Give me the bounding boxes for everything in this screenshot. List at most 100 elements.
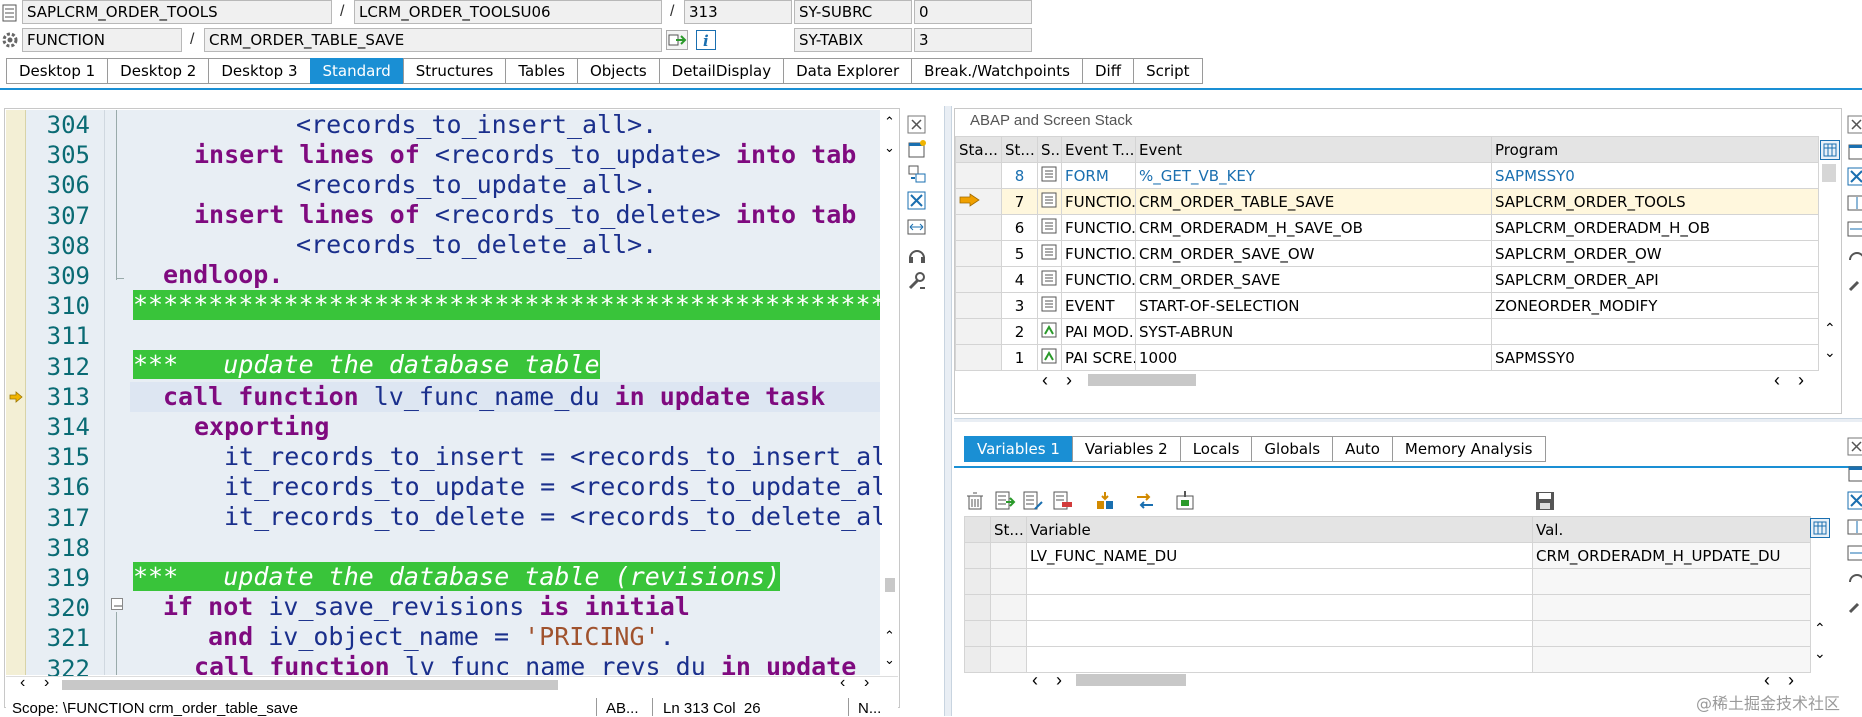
move-icon[interactable] xyxy=(1094,490,1116,512)
event-name-field[interactable]: CRM_ORDER_TABLE_SAVE xyxy=(204,28,662,52)
scroll-left-icon[interactable]: ‹ xyxy=(1764,670,1770,691)
tab-auto[interactable]: Auto xyxy=(1332,436,1392,462)
close-icon[interactable] xyxy=(906,114,928,136)
tab-objects[interactable]: Objects xyxy=(576,58,659,84)
variable-name[interactable] xyxy=(1026,646,1533,673)
resize-icon[interactable] xyxy=(1846,218,1862,240)
tab-variables-1[interactable]: Variables 1 xyxy=(964,436,1072,462)
resize-icon[interactable] xyxy=(906,216,928,238)
swap-icon[interactable] xyxy=(906,163,928,185)
variable-row[interactable] xyxy=(964,568,1811,595)
scroll-left-icon[interactable]: ‹ xyxy=(1042,370,1048,391)
tab-desktop-1[interactable]: Desktop 1 xyxy=(6,58,108,84)
variable-value[interactable]: CRM_ORDERADM_H_UPDATE_DU xyxy=(1532,542,1811,569)
stack-row[interactable]: 7 FUNCTIO...CRM_ORDER_TABLE_SAVESAPLCRM_O… xyxy=(955,188,1819,215)
hscroll-thumb[interactable] xyxy=(62,680,558,690)
tab-globals[interactable]: Globals xyxy=(1251,436,1333,462)
variable-row[interactable] xyxy=(964,646,1811,673)
variable-value[interactable] xyxy=(1532,646,1811,673)
tab-structures[interactable]: Structures xyxy=(402,58,506,84)
save-icon[interactable] xyxy=(1534,490,1556,512)
scroll-left-icon[interactable]: ‹ xyxy=(1032,670,1038,691)
tools-icon[interactable] xyxy=(1846,272,1862,294)
transfer-icon[interactable] xyxy=(1134,490,1156,512)
stack-column-header[interactable]: Event T... xyxy=(1061,136,1136,163)
scroll-down-icon[interactable]: ⌄ xyxy=(1824,344,1836,361)
remove-row-icon[interactable] xyxy=(1052,490,1074,512)
scroll-left-icon[interactable]: ‹ xyxy=(1774,370,1780,391)
tab-detaildisplay[interactable]: DetailDisplay xyxy=(658,58,784,84)
info-icon[interactable]: i xyxy=(696,30,716,50)
insert-row-icon[interactable] xyxy=(994,490,1016,512)
stack-row[interactable]: 2 PAI MOD... SYST-ABRUN xyxy=(955,318,1819,345)
resize-icon[interactable] xyxy=(1846,516,1862,538)
hscroll-thumb[interactable] xyxy=(1076,674,1186,686)
variable-value[interactable] xyxy=(1532,620,1811,647)
horizontal-splitter[interactable] xyxy=(954,418,1862,422)
vertical-splitter[interactable] xyxy=(944,106,952,716)
scroll-up-icon[interactable]: ⌃ xyxy=(1824,320,1836,337)
scroll-left-icon[interactable]: ‹ xyxy=(20,674,25,692)
maximize-icon[interactable] xyxy=(906,190,928,212)
tab-standard[interactable]: Standard xyxy=(309,58,403,84)
stack-column-header[interactable]: S... xyxy=(1037,136,1062,163)
variable-column-header[interactable]: Variable xyxy=(1026,516,1533,543)
sysvar1-value[interactable]: 0 xyxy=(914,0,1032,24)
tab-script[interactable]: Script xyxy=(1133,58,1203,84)
variable-column-header[interactable]: Val. xyxy=(1532,516,1811,543)
tab-memory-analysis[interactable]: Memory Analysis xyxy=(1391,436,1546,462)
tools-icon[interactable] xyxy=(1846,594,1862,616)
stack-row[interactable]: 4 FUNCTIO...CRM_ORDER_SAVESAPLCRM_ORDER_A… xyxy=(955,266,1819,293)
stack-column-header[interactable]: Program xyxy=(1491,136,1819,163)
variable-name[interactable] xyxy=(1026,568,1533,595)
row-selector[interactable] xyxy=(964,594,991,621)
variable-name[interactable]: LV_FUNC_NAME_DU xyxy=(1026,542,1533,569)
close-icon[interactable] xyxy=(1846,436,1862,458)
tab-diff[interactable]: Diff xyxy=(1082,58,1134,84)
new-window-icon[interactable] xyxy=(906,138,928,160)
column-settings-icon[interactable] xyxy=(1810,518,1830,538)
column-settings-icon[interactable] xyxy=(1820,140,1840,160)
variable-name[interactable] xyxy=(1026,594,1533,621)
stack-row[interactable]: 5 FUNCTIO...CRM_ORDER_SAVE_OWSAPLCRM_ORDE… xyxy=(955,240,1819,267)
import-icon[interactable] xyxy=(1174,490,1196,512)
tab-desktop-3[interactable]: Desktop 3 xyxy=(208,58,310,84)
include-field[interactable]: LCRM_ORDER_TOOLSU06 xyxy=(354,0,662,24)
line-field[interactable]: 313 xyxy=(684,0,792,24)
scroll-left-icon[interactable]: ‹ xyxy=(840,674,845,692)
variable-row[interactable] xyxy=(964,620,1811,647)
tab-data-explorer[interactable]: Data Explorer xyxy=(783,58,912,84)
tab-desktop-2[interactable]: Desktop 2 xyxy=(107,58,209,84)
tab-tables[interactable]: Tables xyxy=(505,58,577,84)
stack-column-header[interactable]: Sta... xyxy=(955,136,1002,163)
scroll-up-icon[interactable]: ⌃ xyxy=(884,628,895,644)
resize-icon[interactable] xyxy=(1846,192,1862,214)
tab-break-watchpoints[interactable]: Break./Watchpoints xyxy=(911,58,1082,84)
scroll-right-icon[interactable]: › xyxy=(1798,370,1804,391)
stack-row[interactable]: 6 FUNCTIO...CRM_ORDERADM_H_SAVE_OBSAPLCRM… xyxy=(955,214,1819,241)
stack-row[interactable]: 3 EVENT START-OF-SELECTION ZONEORDER_MODIFY xyxy=(955,292,1819,319)
headset-icon[interactable] xyxy=(1846,568,1862,590)
stack-column-header[interactable]: Event xyxy=(1135,136,1492,163)
scroll-thumb[interactable] xyxy=(885,578,895,592)
close-icon[interactable] xyxy=(1846,114,1862,136)
delete-icon[interactable] xyxy=(964,490,986,512)
scroll-right-icon[interactable]: › xyxy=(864,674,869,692)
scroll-down-icon[interactable]: ⌄ xyxy=(1814,645,1826,662)
fold-collapse-icon[interactable] xyxy=(111,598,123,610)
tab-variables-2[interactable]: Variables 2 xyxy=(1071,436,1180,462)
scroll-right-icon[interactable]: › xyxy=(1066,370,1072,391)
row-selector[interactable] xyxy=(964,620,991,647)
navigate-icon[interactable] xyxy=(666,30,688,50)
resize-icon[interactable] xyxy=(1846,542,1862,564)
program-field[interactable]: SAPLCRM_ORDER_TOOLS xyxy=(22,0,332,24)
variable-name[interactable] xyxy=(1026,620,1533,647)
hscroll-thumb[interactable] xyxy=(1088,374,1196,386)
row-selector[interactable] xyxy=(964,568,991,595)
scroll-right-icon[interactable]: › xyxy=(1788,670,1794,691)
maximize-icon[interactable] xyxy=(1846,166,1862,188)
stack-column-header[interactable]: St... xyxy=(1001,136,1038,163)
edit-row-icon[interactable] xyxy=(1022,490,1044,512)
event-type-field[interactable]: FUNCTION xyxy=(22,28,182,52)
scroll-right-icon[interactable]: › xyxy=(44,674,49,692)
